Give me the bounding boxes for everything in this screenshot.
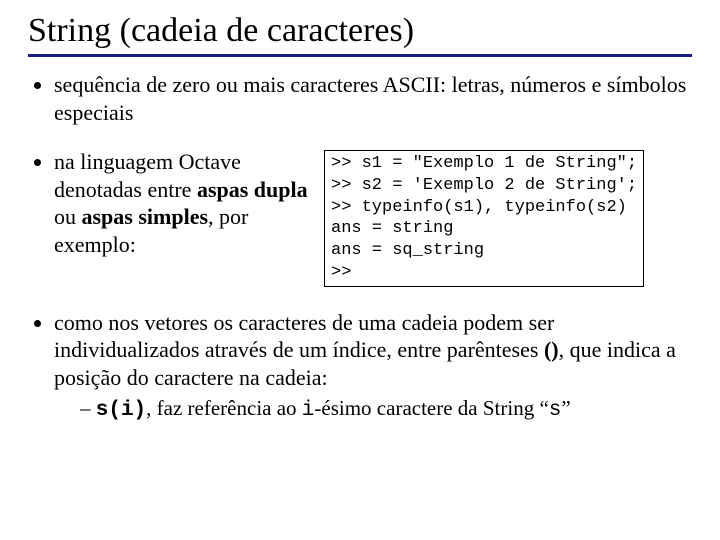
bullet-1-text: sequência de zero ou mais caracteres ASC…: [54, 72, 686, 125]
bullet-2-bold-2: aspas simples: [82, 204, 209, 229]
slide-title: String (cadeia de caracteres): [28, 12, 692, 50]
sub-code-1: s(i): [96, 399, 146, 422]
sub-text-2: -ésimo caractere da String “: [314, 396, 548, 420]
bullet-3-text-a: como nos vetores os caracteres de uma ca…: [54, 310, 554, 363]
sub-text-1: , faz referência ao: [146, 396, 302, 420]
sub-bullet-list: s(i), faz referência ao i-ésimo caracter…: [54, 395, 692, 424]
code-example-box: >> s1 = "Exemplo 1 de String"; >> s2 = '…: [324, 150, 644, 287]
bullet-list: sequência de zero ou mais caracteres ASC…: [28, 71, 692, 424]
bullet-3-paren: (): [544, 337, 559, 362]
bullet-item-3: como nos vetores os caracteres de uma ca…: [54, 309, 692, 425]
sub-code-3: s: [549, 399, 562, 422]
bullet-2-bold-1: aspas dupla: [197, 177, 308, 202]
title-rule: [28, 54, 692, 57]
sub-bullet-item: s(i), faz referência ao i-ésimo caracter…: [80, 395, 692, 424]
bullet-item-1: sequência de zero ou mais caracteres ASC…: [54, 71, 692, 126]
sub-text-end: ”: [561, 396, 570, 420]
bullet-2-text-mid: ou: [54, 204, 82, 229]
sub-code-2: i: [302, 399, 315, 422]
bullet-item-2: na linguagem Octave denotadas entre aspa…: [54, 148, 692, 287]
